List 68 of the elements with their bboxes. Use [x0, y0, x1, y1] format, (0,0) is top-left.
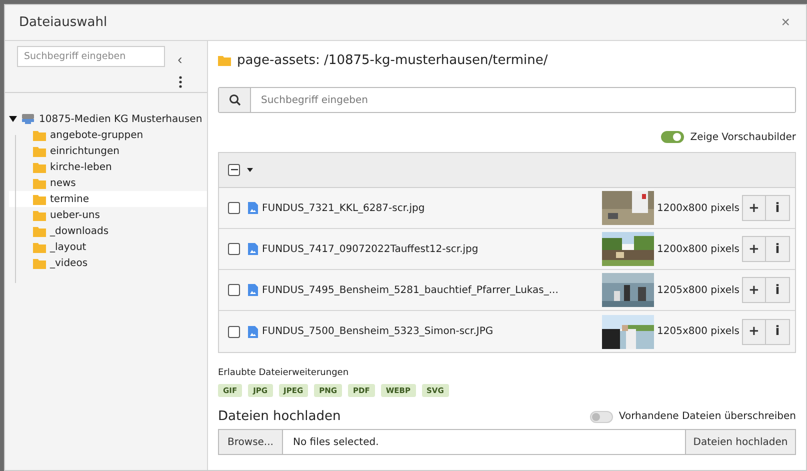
caret-icon[interactable] [9, 115, 17, 123]
file-name[interactable]: FUNDUS_7495_Bensheim_5281_bauchtief_Pfarrer_Lukas_... [262, 284, 602, 296]
tree-item[interactable]: einrichtungen [9, 143, 207, 159]
minus-icon [230, 169, 238, 171]
image-dimensions: 1205x800 pixels [656, 284, 741, 296]
search-button[interactable] [219, 88, 251, 112]
caret-icon[interactable] [247, 168, 253, 172]
checkbox[interactable] [228, 284, 240, 296]
tree-item[interactable]: angebote-gruppen [9, 127, 207, 143]
tree-item[interactable]: _layout [9, 239, 207, 255]
checkbox[interactable] [228, 326, 240, 338]
tree-item[interactable]: ueber-uns [9, 207, 207, 223]
image-dimensions: 1200x800 pixels [656, 202, 741, 214]
folder-icon [218, 54, 231, 66]
folder-icon [33, 162, 46, 172]
image-dimensions: 1205x800 pixels [656, 326, 741, 337]
upload-title: Dateien hochladen [218, 409, 341, 424]
add-button[interactable]: + [742, 318, 766, 344]
selected-files-text: No files selected. [292, 436, 380, 450]
search-field[interactable]: Suchbegriff eingeben [17, 46, 165, 67]
folder-icon [33, 226, 46, 236]
dialog-title: Dateiauswahl [19, 15, 108, 30]
folder-path: page-assets: /10875-kg-musterhausen/termine/ [237, 52, 548, 68]
info-button[interactable]: i [766, 195, 790, 221]
select-all-checkbox[interactable] [228, 164, 240, 176]
checkbox[interactable] [228, 202, 240, 214]
extensions-label: Erlaubte Dateierweiterungen [218, 368, 350, 378]
toggle-label: Zeige Vorschaubilder [690, 132, 796, 142]
search-icon [228, 94, 240, 106]
storage-icon [21, 113, 35, 125]
tree-item[interactable]: termine [9, 191, 207, 207]
tree-item[interactable]: _videos [9, 255, 207, 271]
collapse-button[interactable]: ‹ [178, 52, 182, 66]
folder-icon [33, 146, 46, 156]
image-dimensions: 1200x800 pixels [656, 244, 741, 254]
folder-icon [33, 210, 46, 220]
image-file-icon [248, 326, 258, 338]
checkbox[interactable] [228, 243, 240, 255]
info-button[interactable]: i [766, 277, 790, 303]
more-icon[interactable] [178, 76, 182, 88]
upload-button[interactable]: Dateien hochladen [685, 430, 795, 454]
add-button[interactable]: + [742, 236, 766, 262]
toggle-switch[interactable] [590, 410, 613, 422]
tree-item[interactable]: _downloads [9, 223, 207, 239]
info-button[interactable]: i [766, 318, 790, 344]
search-field[interactable]: Suchbegriff eingeben [218, 87, 796, 113]
image-file-icon [248, 202, 258, 214]
file-name[interactable]: FUNDUS_7500_Bensheim_5323_Simon-scr.JPG [262, 326, 602, 337]
file-name[interactable]: FUNDUS_7417_09072022Tauffest12-scr.jpg [262, 244, 602, 254]
image-file-icon [248, 243, 258, 255]
add-button[interactable]: + [742, 195, 766, 221]
browse-button[interactable]: Browse... [219, 430, 283, 454]
tree-item[interactable]: kirche-leben [9, 159, 207, 175]
folder-icon [33, 130, 46, 140]
folder-icon [33, 178, 46, 188]
folder-icon [33, 242, 46, 252]
toggle-switch[interactable] [661, 131, 684, 143]
folder-icon [33, 258, 46, 268]
close-button[interactable]: × [779, 14, 792, 31]
folder-icon [33, 194, 46, 204]
tree-item[interactable]: 10875-Medien KG Musterhausen [9, 111, 207, 127]
add-button[interactable]: + [742, 277, 766, 303]
info-button[interactable]: i [766, 236, 790, 262]
tree-item[interactable]: news [9, 175, 207, 191]
file-upload-field[interactable]: Browse... No files selected. Dateien hochladen [218, 429, 796, 455]
toggle-label: Vorhandene Dateien überschreiben [618, 411, 796, 422]
file-name[interactable]: FUNDUS_7321_KKL_6287-scr.jpg [262, 202, 602, 214]
image-file-icon [248, 284, 258, 296]
